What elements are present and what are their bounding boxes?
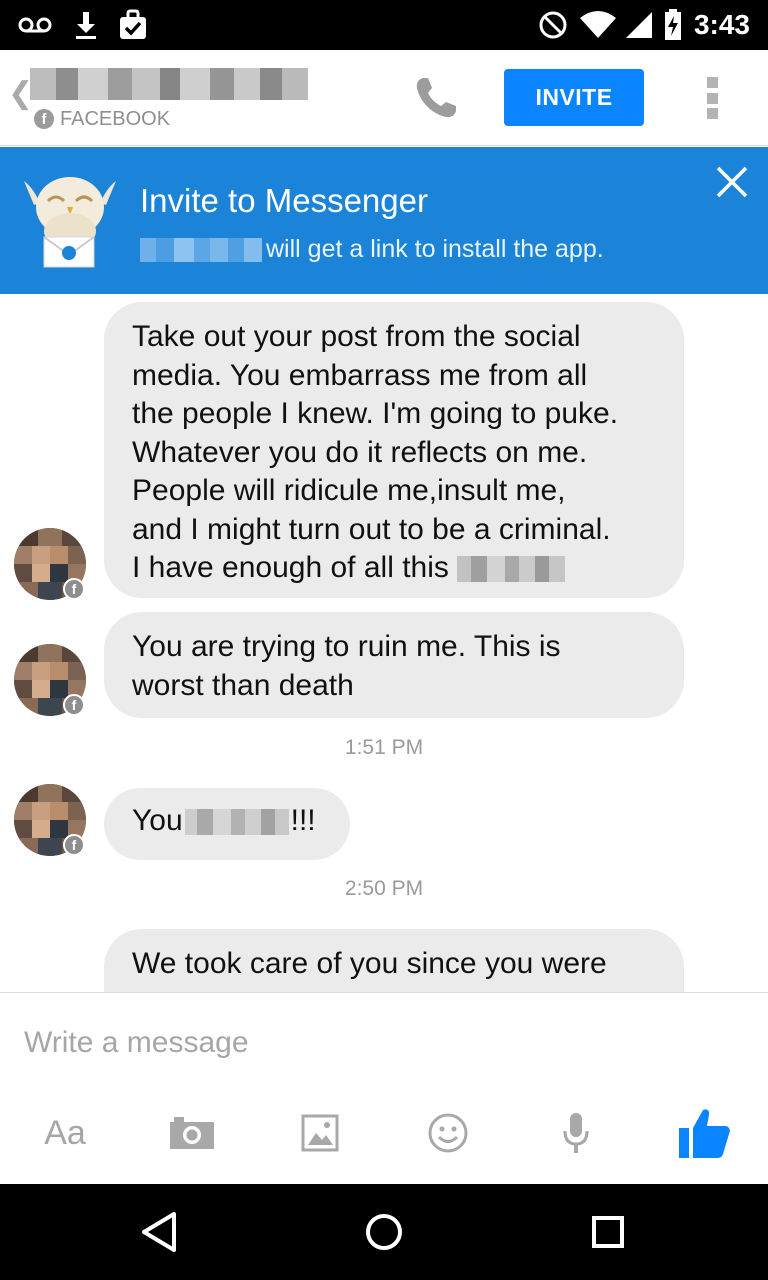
message-line: the people I knew. I'm going to puke. <box>132 397 619 430</box>
voicemail-icon <box>18 0 52 50</box>
message-prefix: You <box>132 804 183 837</box>
text-format-button[interactable]: Aa <box>40 1101 90 1165</box>
microphone-icon[interactable] <box>560 1101 592 1165</box>
message-line: You are trying to ruin me. This is <box>132 630 561 663</box>
timestamp: 1:51 PM <box>344 736 424 759</box>
messenger-owl-icon <box>18 165 122 271</box>
message-line: You !!! <box>132 802 322 841</box>
gallery-icon[interactable] <box>298 1101 342 1165</box>
message-line: media. You embarrass me from all <box>132 358 588 392</box>
download-icon <box>74 0 98 50</box>
message-bubble[interactable]: Take out your post from the social media… <box>104 302 684 598</box>
facebook-badge-icon: f <box>63 694 85 716</box>
facebook-icon: f <box>34 109 54 129</box>
message-line: and I might turn out to be a criminal. <box>132 512 611 546</box>
banner-title: Invite to Messenger <box>140 182 428 219</box>
battery-charging-icon <box>664 0 682 50</box>
message-line-last: I have enough of all this <box>132 549 656 588</box>
invitee-name-redacted <box>140 237 262 262</box>
do-not-disturb-icon <box>538 0 568 50</box>
phone-icon <box>416 78 456 118</box>
facebook-badge-icon: f <box>63 578 85 600</box>
source-text: FACEBOOK <box>60 107 171 130</box>
wifi-icon <box>578 0 618 50</box>
status-time: 3:43 <box>693 9 750 40</box>
like-icon[interactable] <box>676 1101 732 1165</box>
invite-button[interactable]: INVITE <box>504 69 644 126</box>
navigation-bar <box>0 1184 768 1280</box>
message-thread[interactable]: Take out your post from the social media… <box>0 294 768 992</box>
home-circle-icon[interactable] <box>360 1208 408 1256</box>
more-vertical-icon[interactable] <box>700 77 724 119</box>
banner-subtitle-row: will get a link to install the app. <box>140 235 604 264</box>
call-button[interactable] <box>410 72 462 124</box>
message-line: People will ridicule me,insult me, <box>132 474 566 507</box>
conversation-header: ❮ f FACEBOOK INVITE <box>0 50 768 146</box>
signal-icon <box>624 0 654 50</box>
message-line: Take out your post from the social <box>132 320 581 353</box>
close-icon[interactable] <box>712 162 752 202</box>
message-line: Whatever you do it reflects on me. <box>132 435 588 469</box>
camera-icon[interactable] <box>166 1101 218 1165</box>
message-bubble[interactable]: You !!! <box>104 788 350 860</box>
redacted-word <box>184 809 289 836</box>
message-input[interactable] <box>24 1021 744 1065</box>
facebook-badge-icon: f <box>63 834 85 856</box>
message-line: worst than death <box>132 668 354 702</box>
timestamp: 2:50 PM <box>344 877 424 900</box>
source-label: f FACEBOOK <box>34 107 170 131</box>
message-line: We took care of you since you were <box>132 947 607 980</box>
redacted-word <box>457 556 566 583</box>
contact-name-redacted[interactable] <box>30 68 308 100</box>
invite-banner: Invite to Messenger will get a link to i… <box>0 147 768 294</box>
status-bar: 3:43 <box>0 0 768 50</box>
message-suffix: !!! <box>290 804 316 837</box>
recents-square-icon[interactable] <box>584 1208 632 1256</box>
message-bubble[interactable]: You are trying to ruin me. This is worst… <box>104 612 684 718</box>
banner-subtitle: will get a link to install the app. <box>266 235 604 263</box>
back-triangle-icon[interactable] <box>136 1208 184 1256</box>
message-bubble[interactable]: We took care of you since you were <box>104 929 684 992</box>
message-line: I have enough of all this <box>132 551 449 584</box>
emoji-icon[interactable] <box>426 1101 470 1165</box>
composer: Aa <box>0 992 768 1184</box>
bag-check-icon <box>118 0 148 50</box>
